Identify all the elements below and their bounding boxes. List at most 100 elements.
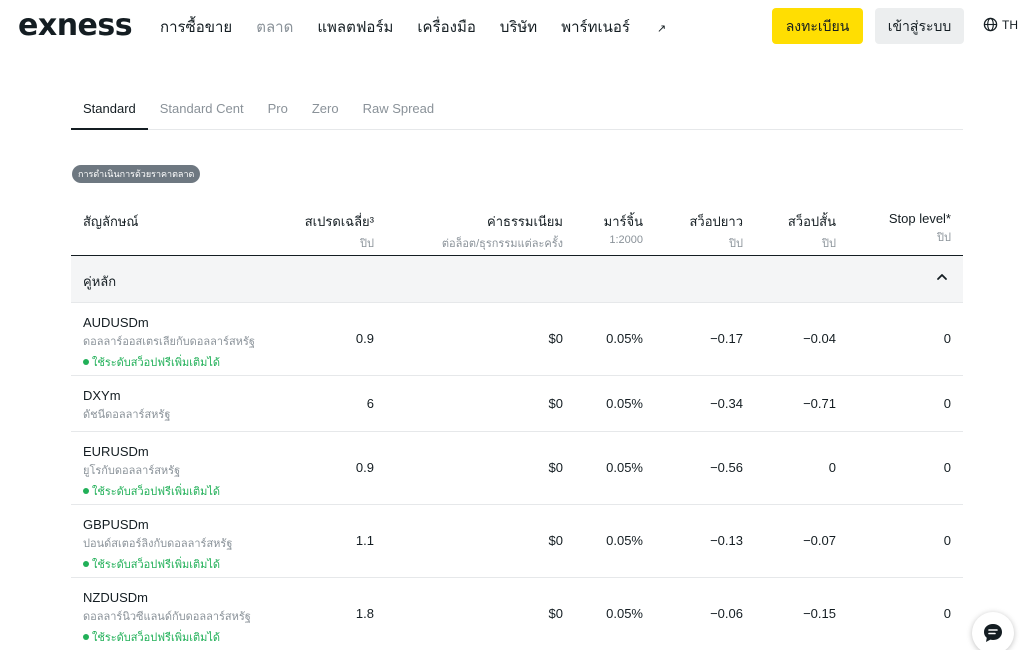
chat-icon	[984, 624, 1002, 642]
swap-short-cell: −0.71	[803, 396, 836, 411]
symbol-description: ดัชนีดอลลาร์สหรัฐ	[83, 409, 171, 421]
tab-standard[interactable]: Standard	[71, 98, 148, 130]
header-stop-level-unit: ปิป	[937, 232, 951, 244]
commission-cell: $0	[548, 460, 563, 475]
header-symbol: สัญลักษณ์	[83, 214, 139, 229]
nav-item-platforms[interactable]: แพลตฟอร์ม	[317, 15, 393, 39]
status-dot-icon	[83, 488, 89, 494]
header-swap-long: สว็อปยาวปิป	[689, 211, 743, 252]
status-dot-icon	[83, 359, 89, 365]
swap-long-cell: −0.13	[710, 533, 743, 548]
spread-cell: 1.8	[355, 606, 374, 621]
header-commission-unit: ต่อล็อต/ธุรกรรมแต่ละครั้ง	[441, 238, 563, 250]
swap-free-note: ใช้ระดับสว็อปฟรีเพิ่มเติมได้	[83, 482, 220, 500]
symbol-name[interactable]: DXYm	[83, 388, 170, 403]
header-spread-label: สเปรดเฉลี่ย³	[304, 214, 374, 229]
nav-item-markets[interactable]: ตลาด	[256, 15, 293, 39]
header-commission: ค่าธรรมเนียมต่อล็อต/ธุรกรรมแต่ละครั้ง	[442, 211, 563, 252]
commission-cell: $0	[548, 533, 563, 548]
chevron-up-icon[interactable]	[934, 269, 950, 285]
header-swap-short-unit: ปิป	[822, 238, 836, 250]
symbol-name[interactable]: EURUSDm	[83, 444, 220, 459]
symbol-cell: EURUSDm ยูโรกับดอลลาร์สหรัฐ ใช้ระดับสว็อ…	[83, 444, 220, 500]
swap-free-text: ใช้ระดับสว็อปฟรีเพิ่มเติมได้	[92, 486, 221, 498]
commission-cell: $0	[548, 606, 563, 621]
margin-cell: 0.05%	[606, 606, 643, 621]
swap-free-text: ใช้ระดับสว็อปฟรีเพิ่มเติมได้	[92, 632, 221, 644]
table-header: สัญลักษณ์ สเปรดเฉลี่ย³ ปิป ค่าธรรมเนียมต่…	[71, 200, 963, 256]
tab-raw-spread[interactable]: Raw Spread	[351, 98, 447, 129]
header-spread: สเปรดเฉลี่ย³ ปิป	[305, 211, 374, 252]
chat-button[interactable]	[972, 612, 1014, 650]
header-stop-level-label: Stop level*	[888, 211, 951, 226]
swap-short-cell: −0.04	[803, 331, 836, 346]
swap-long-cell: −0.34	[710, 396, 743, 411]
symbol-cell: DXYm ดัชนีดอลลาร์สหรัฐ	[83, 388, 170, 423]
account-type-tabs: Standard Standard Cent Pro Zero Raw Spre…	[71, 98, 963, 130]
exness-logo[interactable]: exness	[18, 8, 133, 43]
symbol-name[interactable]: GBPUSDm	[83, 517, 232, 532]
spread-cell: 0.9	[355, 460, 374, 475]
language-selector[interactable]: TH	[983, 17, 1018, 32]
nav-item-company[interactable]: บริษัท	[500, 15, 537, 39]
swap-free-text: ใช้ระดับสว็อปฟรีเพิ่มเติมได้	[92, 559, 221, 571]
stop-level-cell: 0	[943, 533, 951, 548]
symbol-cell: AUDUSDm ดอลลาร์ออสเตรเลียกับดอลลาร์สหรัฐ…	[83, 315, 255, 371]
group-label: คู่หลัก	[83, 274, 117, 289]
commission-cell: $0	[548, 396, 563, 411]
table-row: NZDUSDm ดอลลาร์นิวซีแลนด์กับดอลลาร์สหรัฐ…	[71, 578, 963, 650]
language-label: TH	[1002, 17, 1018, 32]
globe-icon	[983, 17, 998, 32]
swap-short-cell: −0.07	[803, 533, 836, 548]
stop-level-cell: 0	[943, 460, 951, 475]
swap-free-text: ใช้ระดับสว็อปฟรีเพิ่มเติมได้	[92, 357, 221, 369]
nav-item-partners[interactable]: พาร์ทเนอร์ ↗	[561, 15, 690, 39]
symbol-description: ดอลลาร์นิวซีแลนด์กับดอลลาร์สหรัฐ	[83, 611, 251, 623]
swap-free-note: ใช้ระดับสว็อปฟรีเพิ่มเติมได้	[83, 353, 255, 371]
header-margin: มาร์จิ้น 1:2000	[604, 211, 643, 246]
header-swap-long-unit: ปิป	[729, 238, 743, 250]
login-button[interactable]: เข้าสู่ระบบ	[875, 8, 964, 44]
header-commission-label: ค่าธรรมเนียม	[487, 214, 563, 229]
status-dot-icon	[83, 634, 89, 640]
nav-item-partners-label: พาร์ทเนอร์	[561, 19, 630, 36]
main-nav: การซื้อขาย ตลาด แพลตฟอร์ม เครื่องมือ บริ…	[160, 15, 714, 39]
swap-long-cell: −0.06	[710, 606, 743, 621]
swap-short-cell: −0.15	[803, 606, 836, 621]
stop-level-cell: 0	[943, 396, 951, 411]
symbol-name[interactable]: AUDUSDm	[83, 315, 255, 330]
tab-standard-cent[interactable]: Standard Cent	[148, 98, 256, 129]
table-row: EURUSDm ยูโรกับดอลลาร์สหรัฐ ใช้ระดับสว็อ…	[71, 432, 963, 505]
symbol-cell: GBPUSDm ปอนด์สเตอร์ลิงกับดอลลาร์สหรัฐ ใช…	[83, 517, 232, 573]
tab-pro[interactable]: Pro	[256, 98, 300, 129]
swap-short-cell: 0	[828, 460, 836, 475]
swap-free-note: ใช้ระดับสว็อปฟรีเพิ่มเติมได้	[83, 555, 232, 573]
signup-button[interactable]: ลงทะเบียน	[772, 8, 863, 44]
status-dot-icon	[83, 561, 89, 567]
spread-cell: 1.1	[355, 533, 374, 548]
table-row: GBPUSDm ปอนด์สเตอร์ลิงกับดอลลาร์สหรัฐ ใช…	[71, 505, 963, 578]
header-margin-unit: 1:2000	[609, 234, 643, 246]
stop-level-cell: 0	[943, 606, 951, 621]
header-stop-level: Stop level* ปิป	[889, 211, 951, 246]
symbol-name[interactable]: NZDUSDm	[83, 590, 251, 605]
commission-cell: $0	[548, 331, 563, 346]
header-swap-short-label: สว็อปสั้น	[787, 214, 836, 229]
margin-cell: 0.05%	[606, 331, 643, 346]
stop-level-cell: 0	[943, 331, 951, 346]
nav-item-tools[interactable]: เครื่องมือ	[417, 15, 475, 39]
symbol-description: ปอนด์สเตอร์ลิงกับดอลลาร์สหรัฐ	[83, 538, 233, 550]
header-swap-long-label: สว็อปยาว	[689, 214, 743, 229]
site-header: exness การซื้อขาย ตลาด แพลตฟอร์ม เครื่อง…	[0, 0, 1024, 52]
table-row: AUDUSDm ดอลลาร์ออสเตรเลียกับดอลลาร์สหรัฐ…	[71, 303, 963, 376]
margin-cell: 0.05%	[606, 533, 643, 548]
execution-badge: การดำเนินการด้วยราคาตลาด	[72, 165, 201, 183]
tab-zero[interactable]: Zero	[300, 98, 351, 129]
nav-item-trading[interactable]: การซื้อขาย	[160, 15, 232, 39]
swap-free-note: ใช้ระดับสว็อปฟรีเพิ่มเติมได้	[83, 628, 251, 646]
header-spread-unit: ปิป	[360, 238, 374, 250]
group-header-majors[interactable]: คู่หลัก	[71, 256, 963, 303]
swap-long-cell: −0.56	[710, 460, 743, 475]
swap-long-cell: −0.17	[710, 331, 743, 346]
symbol-description: ดอลลาร์ออสเตรเลียกับดอลลาร์สหรัฐ	[83, 336, 255, 348]
